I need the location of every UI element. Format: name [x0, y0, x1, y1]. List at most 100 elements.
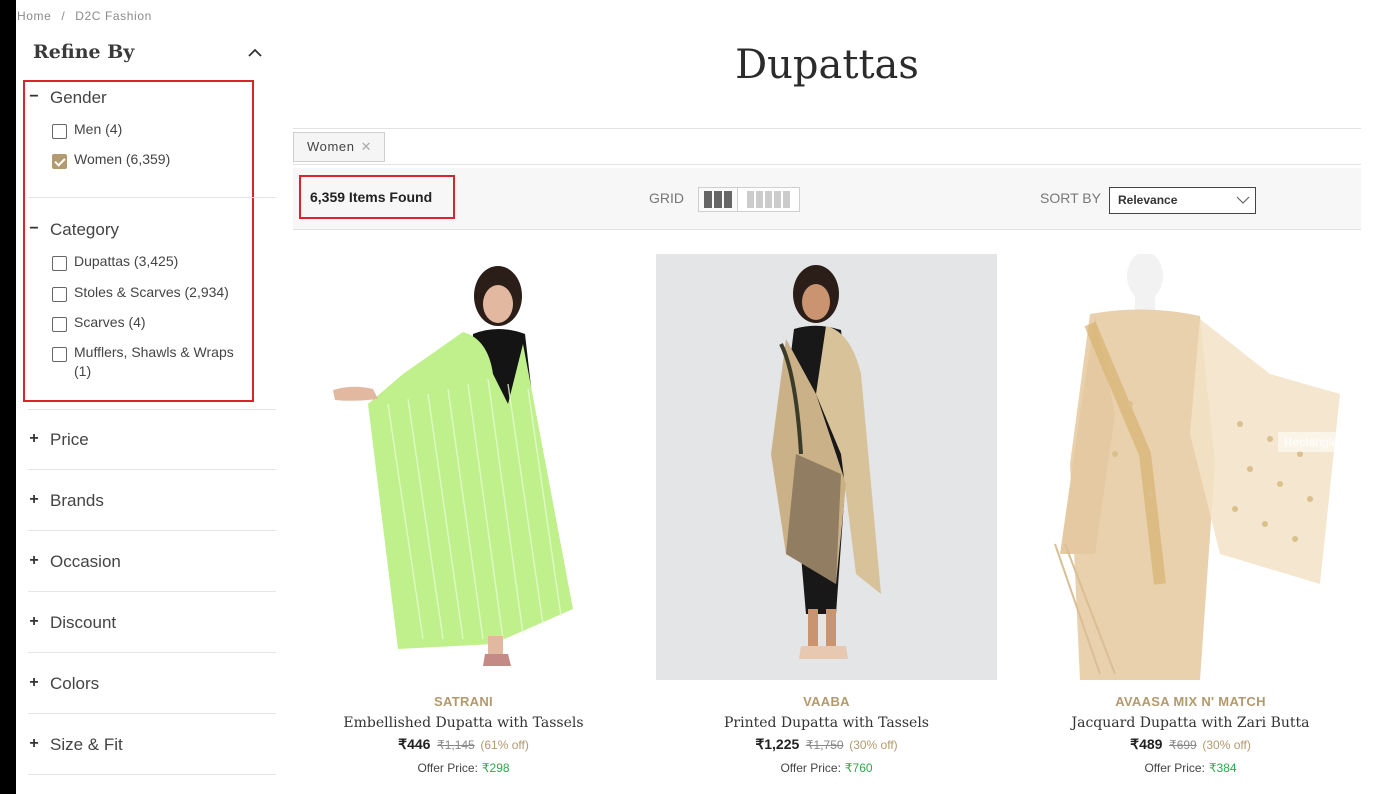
product-card[interactable]: VAABA Printed Dupatta with Tassels ₹1,22… — [656, 254, 997, 775]
offer-label: Offer Price: — [780, 761, 841, 775]
collapse-icon: − — [29, 88, 39, 105]
option-women[interactable]: Women (6,359) — [52, 150, 254, 169]
filter-sidebar: Refine By − Gender Men (4) Women (6,359)… — [23, 36, 276, 775]
facet-brands[interactable]: + Brands — [28, 471, 276, 531]
option-label: Stoles & Scarves (2,934) — [74, 284, 229, 300]
chevron-down-icon — [1236, 196, 1250, 204]
offer-label: Offer Price: — [417, 761, 478, 775]
option-scarves[interactable]: Scarves (4) — [52, 313, 254, 332]
page-title: Dupattas — [735, 42, 919, 88]
chip-label: Women — [307, 139, 355, 154]
facet-occasion[interactable]: + Occasion — [28, 532, 276, 592]
breadcrumb: Home / D2C Fashion — [17, 9, 158, 23]
checkbox[interactable] — [52, 317, 67, 332]
option-label: Scarves (4) — [74, 314, 146, 330]
refine-header[interactable]: Refine By — [28, 36, 276, 72]
checkbox-checked[interactable] — [52, 154, 67, 169]
sort-dropdown[interactable]: Relevance — [1109, 187, 1256, 214]
discount-percent: (61% off) — [480, 738, 529, 752]
expand-icon: + — [29, 491, 39, 508]
expand-icon: + — [29, 674, 39, 691]
facet-size-fit-title: Size & Fit — [50, 735, 123, 754]
current-price: ₹489 — [1130, 736, 1163, 752]
grid-label: GRID — [649, 190, 684, 206]
offer-price: Offer Price: ₹760 — [656, 761, 997, 775]
product-name[interactable]: Printed Dupatta with Tassels — [656, 715, 997, 731]
product-image[interactable] — [293, 254, 634, 680]
checkbox[interactable] — [52, 124, 67, 139]
grid-toggle — [698, 187, 800, 212]
collapse-icon: − — [29, 220, 39, 237]
mannequin-jacquard-dupatta-image — [1054, 252, 1340, 680]
product-card[interactable]: Rectangle AVAASA MIX N' MATCH Jacquard D… — [1020, 252, 1361, 775]
facet-category-title: Category — [50, 220, 119, 239]
model-green-dupatta-image — [333, 266, 573, 666]
breadcrumb-home[interactable]: Home — [17, 9, 51, 23]
watermark-label: Rectangle — [1278, 432, 1345, 452]
divider — [293, 164, 1361, 165]
product-name[interactable]: Embellished Dupatta with Tassels — [293, 715, 634, 731]
sort-value: Relevance — [1118, 193, 1178, 207]
option-dupattas[interactable]: Dupattas (3,425) — [52, 252, 254, 271]
grid-5-column-icon[interactable] — [738, 188, 799, 211]
expand-icon: + — [29, 735, 39, 752]
facet-gender: − Gender Men (4) Women (6,359) — [28, 86, 276, 169]
product-card[interactable]: SATRANI Embellished Dupatta with Tassels… — [293, 254, 634, 775]
offer-label: Offer Price: — [1144, 761, 1205, 775]
grid-3-column-icon[interactable] — [699, 188, 738, 211]
option-men[interactable]: Men (4) — [52, 120, 254, 139]
items-found-count: 6,359 Items Found — [310, 189, 433, 205]
option-label: Women (6,359) — [74, 151, 171, 167]
product-name[interactable]: Jacquard Dupatta with Zari Butta — [1020, 715, 1361, 731]
applied-filter-chip[interactable]: Women ✕ — [293, 132, 386, 162]
original-price: ₹1,750 — [805, 738, 844, 752]
model-printed-dupatta-image — [771, 265, 881, 659]
expand-icon: + — [29, 430, 39, 447]
breadcrumb-current[interactable]: D2C Fashion — [75, 9, 152, 23]
facet-occasion-title: Occasion — [50, 552, 121, 571]
option-stoles-scarves[interactable]: Stoles & Scarves (2,934) — [52, 283, 254, 302]
facet-colors-title: Colors — [50, 674, 100, 693]
divider — [293, 128, 1361, 129]
option-label: Men (4) — [74, 121, 123, 137]
results-toolbar: 6,359 Items Found GRID SORT BY Relevance — [293, 168, 1361, 230]
checkbox[interactable] — [52, 256, 67, 271]
close-icon[interactable]: ✕ — [361, 139, 373, 154]
offer-value: ₹298 — [481, 761, 510, 775]
current-price: ₹1,225 — [755, 736, 800, 752]
product-image[interactable] — [656, 254, 997, 680]
product-price: ₹489 ₹699 (30% off) — [1020, 736, 1361, 753]
offer-price: Offer Price: ₹298 — [293, 761, 634, 775]
option-label: Mufflers, Shawls & Wraps (1) — [74, 344, 234, 379]
option-label: Dupattas (3,425) — [74, 253, 179, 269]
product-price: ₹1,225 ₹1,750 (30% off) — [656, 736, 997, 753]
facet-price[interactable]: + Price — [28, 410, 276, 470]
product-image[interactable]: Rectangle — [1020, 252, 1361, 680]
current-price: ₹446 — [398, 736, 431, 752]
checkbox[interactable] — [52, 287, 67, 302]
facet-gender-header[interactable]: − Gender — [28, 86, 276, 112]
chevron-up-icon[interactable] — [248, 46, 262, 60]
expand-icon: + — [29, 613, 39, 630]
facet-discount[interactable]: + Discount — [28, 593, 276, 653]
product-price: ₹446 ₹1,145 (61% off) — [293, 736, 634, 753]
sort-label: SORT BY — [1040, 190, 1101, 206]
product-brand: AVAASA MIX N' MATCH — [1115, 694, 1266, 709]
facet-price-title: Price — [50, 430, 89, 449]
refine-title: Refine By — [33, 41, 135, 63]
divider — [28, 197, 276, 198]
option-mufflers[interactable]: Mufflers, Shawls & Wraps (1) — [52, 343, 244, 381]
original-price: ₹699 — [1169, 738, 1197, 752]
offer-value: ₹384 — [1208, 761, 1237, 775]
breadcrumb-separator: / — [61, 9, 66, 23]
facet-gender-title: Gender — [50, 88, 107, 107]
facet-category-header[interactable]: − Category — [28, 218, 276, 244]
product-brand: VAABA — [803, 694, 850, 709]
expand-icon: + — [29, 552, 39, 569]
product-brand: SATRANI — [434, 694, 493, 709]
discount-percent: (30% off) — [849, 738, 898, 752]
checkbox[interactable] — [52, 347, 67, 362]
facet-category: − Category Dupattas (3,425) Stoles & Sca… — [28, 218, 276, 379]
facet-colors[interactable]: + Colors — [28, 654, 276, 714]
facet-size-fit[interactable]: + Size & Fit — [28, 715, 276, 775]
